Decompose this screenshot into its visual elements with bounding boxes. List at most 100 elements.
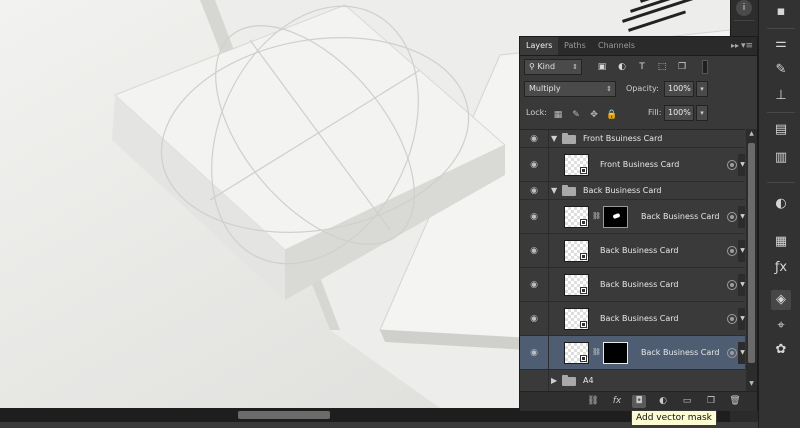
visibility-eye-icon[interactable]: ◉ bbox=[528, 133, 540, 145]
group-expand-arrow-icon[interactable]: ▼ bbox=[551, 133, 557, 145]
visibility-eye-icon[interactable]: ◉ bbox=[528, 211, 540, 223]
channels-icon[interactable]: ✿ bbox=[771, 340, 791, 360]
character-icon[interactable]: ▥ bbox=[771, 148, 791, 168]
layer-group-row[interactable]: ◉ ▼ Back Business Card bbox=[520, 182, 745, 200]
visibility-eye-icon[interactable]: ◉ bbox=[528, 185, 540, 197]
layer-style-badge-icon[interactable] bbox=[727, 314, 737, 324]
layer-mask-thumbnail[interactable] bbox=[603, 206, 628, 228]
layer-row[interactable]: ◉ ⛓ Back Business Card ▼ bbox=[520, 200, 745, 234]
lock-label: Lock: bbox=[526, 108, 547, 117]
layer-style-badge-icon[interactable] bbox=[727, 348, 737, 358]
trash-icon[interactable]: 🗑 bbox=[728, 395, 742, 408]
horizontal-scroll-thumb[interactable] bbox=[238, 411, 330, 419]
filter-type-icon[interactable]: T bbox=[636, 61, 648, 73]
layer-name: Back Business Card bbox=[641, 348, 720, 357]
paths-icon[interactable]: ⌖ bbox=[771, 316, 791, 336]
fill-input[interactable]: 100% bbox=[664, 105, 694, 121]
clone-stamp-icon[interactable]: ⊥ bbox=[771, 86, 791, 106]
layer-row[interactable]: ◉ Back Business Card ▼ bbox=[520, 302, 745, 336]
collapse-panel-icon[interactable]: ▸▸ bbox=[731, 37, 739, 55]
mask-link-icon[interactable]: ⛓ bbox=[592, 212, 601, 220]
layer-style-badge-icon[interactable] bbox=[727, 212, 737, 222]
panel-icon-bar: ▪ ⚌ ✎ ⊥ ▤ ▥ ◐ ▦ ƒx ◈ ⌖ ✿ bbox=[758, 0, 800, 428]
filter-toggle[interactable] bbox=[702, 60, 708, 74]
layer-row[interactable]: ◉ Back Business Card ▼ bbox=[520, 268, 745, 302]
styles-fx-icon[interactable]: ƒx bbox=[771, 258, 791, 278]
panel-menu-icon[interactable]: ▾≡ bbox=[741, 37, 753, 55]
new-group-icon[interactable]: ▭ bbox=[680, 395, 694, 408]
layers-scroll-thumb[interactable] bbox=[748, 143, 755, 363]
lock-transparent-icon[interactable]: ▦ bbox=[552, 109, 564, 121]
link-layers-icon[interactable]: ⛓ bbox=[586, 395, 600, 408]
layer-thumbnail bbox=[564, 274, 589, 296]
layer-thumbnail bbox=[564, 240, 589, 262]
filter-shape-icon[interactable]: ⬚ bbox=[656, 61, 668, 73]
layer-style-badge-icon[interactable] bbox=[727, 280, 737, 290]
layer-options-dropdown[interactable]: ▼ bbox=[738, 274, 745, 296]
layer-row[interactable]: ◉ Front Business Card ▼ bbox=[520, 148, 745, 182]
layer-name: Back Business Card bbox=[600, 314, 679, 323]
fx-icon[interactable]: fx bbox=[610, 395, 624, 408]
layer-row[interactable]: ◉ Back Business Card ▼ bbox=[520, 234, 745, 268]
tab-paths[interactable]: Paths bbox=[558, 37, 592, 55]
new-layer-icon[interactable]: ❐ bbox=[704, 395, 718, 408]
smart-object-badge-icon bbox=[580, 253, 587, 260]
layer-style-badge-icon[interactable] bbox=[727, 160, 737, 170]
filter-kind-select[interactable]: ⚲ Kind ⇕ bbox=[524, 59, 582, 75]
layer-options-dropdown[interactable]: ▼ bbox=[738, 308, 745, 330]
visibility-eye-icon[interactable]: ◉ bbox=[528, 245, 540, 257]
layer-options-dropdown[interactable]: ▼ bbox=[738, 240, 745, 262]
smart-object-badge-icon bbox=[580, 321, 587, 328]
scroll-up-icon[interactable]: ▲ bbox=[746, 129, 757, 139]
folder-icon bbox=[562, 185, 576, 196]
layer-row-selected[interactable]: ◉ ⛓ Back Business Card ▼ bbox=[520, 336, 745, 370]
fill-dropdown[interactable]: ▾ bbox=[696, 105, 708, 121]
lock-image-icon[interactable]: ✎ bbox=[570, 109, 582, 121]
add-vector-mask-icon[interactable]: ◘ bbox=[632, 395, 646, 408]
visibility-eye-icon[interactable]: ◉ bbox=[528, 279, 540, 291]
tooltip: Add vector mask bbox=[631, 410, 717, 426]
brush-icon[interactable]: ✎ bbox=[771, 60, 791, 80]
layer-style-badge-icon[interactable] bbox=[727, 246, 737, 256]
group-expand-arrow-icon[interactable]: ▼ bbox=[551, 185, 557, 197]
layers-vertical-scrollbar[interactable]: ▲ ▼ bbox=[746, 129, 757, 391]
lock-all-icon[interactable]: 🔒 bbox=[606, 109, 618, 121]
group-collapsed-arrow-icon[interactable]: ▶ bbox=[551, 375, 557, 387]
visibility-eye-icon[interactable]: ◉ bbox=[528, 159, 540, 171]
vector-mask-thumbnail[interactable] bbox=[603, 342, 628, 364]
mask-link-icon[interactable]: ⛓ bbox=[592, 348, 601, 356]
filter-smart-object-icon[interactable]: ❒ bbox=[676, 61, 688, 73]
layer-name: Front Business Card bbox=[600, 160, 680, 169]
tab-channels[interactable]: Channels bbox=[592, 37, 641, 55]
adjust-sliders-icon[interactable]: ⚌ bbox=[771, 34, 791, 54]
info-icon[interactable]: i bbox=[736, 0, 752, 16]
layer-options-dropdown[interactable]: ▼ bbox=[738, 342, 745, 364]
filter-pixel-icon[interactable]: ▣ bbox=[596, 61, 608, 73]
tab-layers[interactable]: Layers bbox=[520, 37, 559, 55]
lock-position-icon[interactable]: ✥ bbox=[588, 109, 600, 121]
adjustment-layer-icon[interactable]: ◐ bbox=[656, 395, 670, 408]
layer-options-dropdown[interactable]: ▼ bbox=[738, 154, 745, 176]
bar-divider bbox=[767, 112, 795, 113]
grid-icon[interactable]: ▦ bbox=[771, 232, 791, 252]
visibility-eye-icon[interactable]: ◉ bbox=[528, 347, 540, 359]
layers-icon[interactable]: ◈ bbox=[771, 290, 791, 310]
mask-spot bbox=[612, 212, 621, 220]
filter-adjustment-icon[interactable]: ◐ bbox=[616, 61, 628, 73]
opacity-dropdown[interactable]: ▾ bbox=[696, 81, 708, 97]
layer-group-row[interactable]: ◉ ▼ Front Bsuiness Card bbox=[520, 130, 745, 148]
layer-name: Back Business Card bbox=[583, 186, 662, 195]
visibility-eye-icon[interactable]: ◉ bbox=[528, 313, 540, 325]
opacity-input[interactable]: 100% bbox=[664, 81, 694, 97]
chevron-updown-icon: ⇕ bbox=[606, 85, 612, 93]
notes-icon[interactable]: ▤ bbox=[771, 120, 791, 140]
layer-thumbnail bbox=[564, 206, 589, 228]
layer-group-row[interactable]: ▶ A4 bbox=[520, 370, 745, 392]
layer-options-dropdown[interactable]: ▼ bbox=[738, 206, 745, 228]
color-swatch-icon[interactable]: ▪ bbox=[771, 2, 791, 22]
adjustments-icon[interactable]: ◐ bbox=[771, 194, 791, 214]
scroll-down-icon[interactable]: ▼ bbox=[746, 379, 757, 389]
layer-thumbnail bbox=[564, 342, 589, 364]
eye-column-divider bbox=[548, 130, 549, 147]
blend-mode-select[interactable]: Multiply ⇕ bbox=[524, 81, 616, 97]
